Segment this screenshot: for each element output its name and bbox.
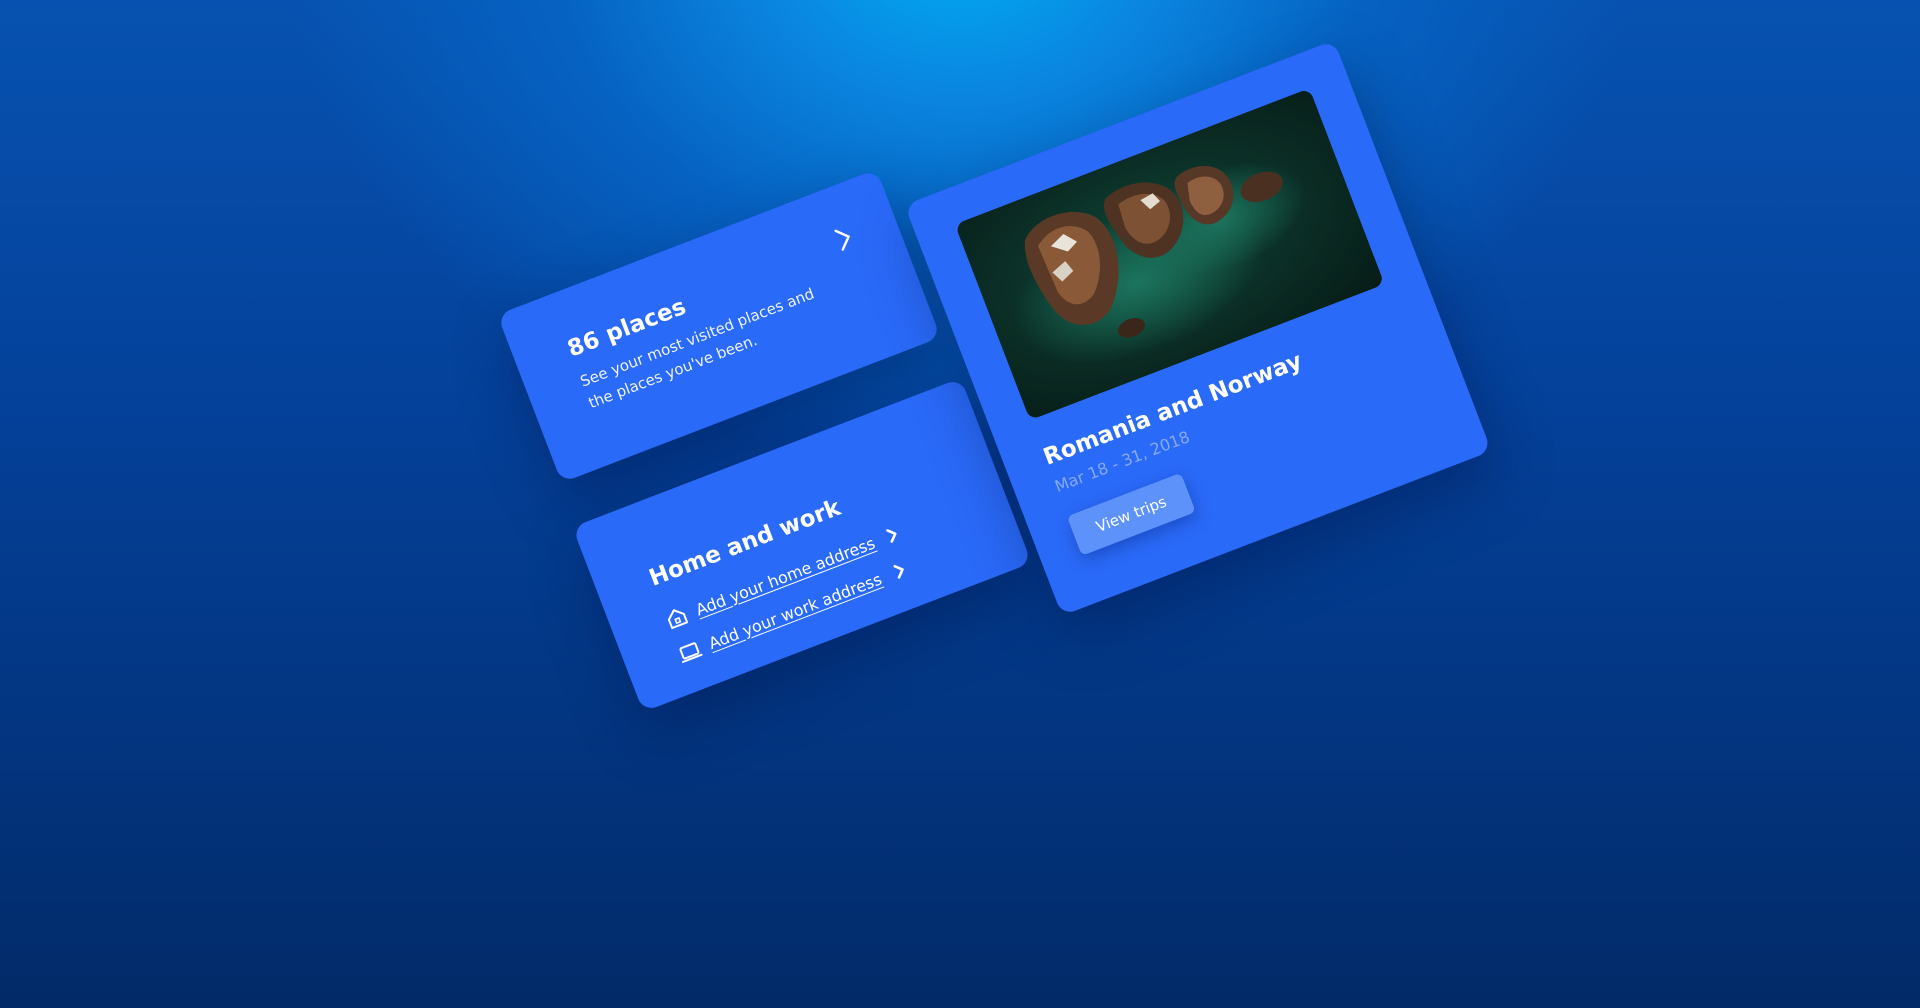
chevron-right-icon[interactable] — [891, 561, 908, 580]
home-icon — [667, 609, 689, 630]
view-trips-button[interactable]: View trips — [1066, 472, 1196, 556]
scene: 86 places See your most visited places a… — [0, 0, 1920, 1008]
laptop-icon — [679, 642, 703, 663]
trip-photo — [954, 88, 1385, 421]
chevron-right-icon[interactable] — [884, 525, 901, 544]
